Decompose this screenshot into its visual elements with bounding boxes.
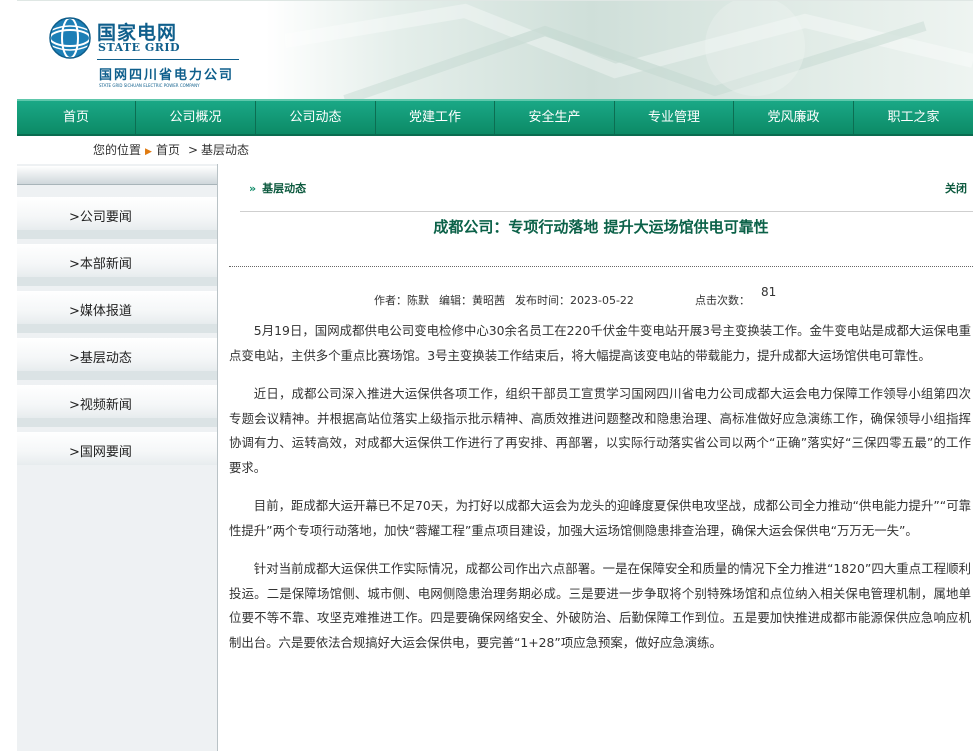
article-paragraph: 针对当前成都大运保供工作实际情况，成都公司作出六点部署。一是在保障安全和质量的情… — [229, 561, 971, 650]
breadcrumb-arrow-icon: ▶ — [145, 147, 152, 157]
logo-divider — [97, 59, 239, 60]
article-paragraph: 目前，距成都大运开幕已不足70天，为打好以成都大运会为龙头的迎峰度夏保供电攻坚战… — [229, 498, 971, 538]
breadcrumb-current-link[interactable]: 基层动态 — [201, 143, 249, 157]
sidebar-item-video-news[interactable]: >视频新闻 — [17, 385, 217, 427]
page: 国家电网 STATE GRID 国网四川省电力公司 STATE GRID SIC… — [0, 0, 979, 751]
header-banner-graphic — [285, 1, 973, 100]
breadcrumb-home-link[interactable]: 首页 — [156, 143, 180, 157]
title-divider — [229, 266, 973, 267]
sidebar-item-label: >基层动态 — [69, 351, 132, 366]
nav-staff-home[interactable]: 职工之家 — [854, 101, 973, 134]
breadcrumb-separator: > — [187, 143, 199, 157]
sidebar-item-media-reports[interactable]: >媒体报道 — [17, 291, 217, 333]
province-company-name-en: STATE GRID SICHUAN ELECTRIC POWER COMPAN… — [99, 83, 200, 88]
sidebar-item-hq-news[interactable]: >本部新闻 — [17, 244, 217, 286]
article-body: 5月19日，国网成都供电公司变电检修中心30余名员工在220千伏金牛变电站开展3… — [229, 319, 971, 669]
nav-company-news[interactable]: 公司动态 — [256, 101, 376, 134]
close-link[interactable]: 关闭 — [945, 180, 967, 196]
nav-home[interactable]: 首页 — [17, 101, 136, 134]
double-chevron-icon: » — [249, 182, 256, 195]
sidebar-item-label: >视频新闻 — [69, 398, 132, 413]
nav-company-overview[interactable]: 公司概况 — [136, 101, 256, 134]
sidebar-item-label: >本部新闻 — [69, 257, 132, 272]
nav-party-building[interactable]: 党建工作 — [376, 101, 495, 134]
nav-safety-production[interactable]: 安全生产 — [495, 101, 615, 134]
article-author: 作者：陈默 — [374, 294, 429, 307]
article-paragraph: 近日，成都公司深入推进大运保供各项工作，组织干部员工宣贯学习国网四川省电力公司成… — [229, 386, 971, 475]
article-date: 发布时间：2023-05-22 — [515, 294, 634, 307]
province-company-name: 国网四川省电力公司 — [99, 68, 235, 83]
click-count-value: 81 — [761, 285, 777, 299]
sidebar-item-label: >国网要闻 — [69, 445, 132, 460]
section-title: 基层动态 — [262, 182, 307, 195]
article-paragraph: 5月19日，国网成都供电公司变电检修中心30余名员工在220千伏金牛变电站开展3… — [229, 323, 971, 363]
main-nav: 首页 公司概况 公司动态 党建工作 安全生产 专业管理 党风廉政 职工之家 — [17, 99, 973, 136]
sidebar-item-sgcc-news[interactable]: >国网要闻 — [17, 432, 217, 465]
site-header: 国家电网 STATE GRID 国网四川省电力公司 STATE GRID SIC… — [17, 0, 973, 100]
sidebar-item-company-news[interactable]: >公司要闻 — [17, 197, 217, 239]
section-divider — [240, 211, 973, 212]
breadcrumb-label: 您的位置 — [93, 143, 142, 157]
article-meta: 作者：陈默 编辑：黄昭茜 发布时间：2023-05-22 点击次数： 81 — [374, 285, 776, 308]
sidebar-header-bar — [17, 166, 217, 185]
sidebar-item-label: >公司要闻 — [69, 210, 132, 225]
click-count-label: 点击次数： — [695, 294, 750, 307]
article-title: 成都公司：专项行动落地 提升大运场馆供电可靠性 — [433, 218, 769, 236]
sidebar: >公司要闻 >本部新闻 >媒体报道 >基层动态 >视频新闻 >国网要闻 — [17, 164, 218, 751]
state-grid-logo-icon — [49, 17, 91, 59]
sidebar-item-grassroots-news[interactable]: >基层动态 — [17, 338, 217, 380]
company-name-en: STATE GRID — [98, 41, 181, 54]
article-editor: 编辑：黄昭茜 — [439, 294, 505, 307]
nav-professional-management[interactable]: 专业管理 — [615, 101, 734, 134]
section-heading: » 基层动态 — [249, 180, 306, 196]
breadcrumb: 您的位置 ▶ 首页 > 基层动态 — [93, 141, 249, 158]
sidebar-item-label: >媒体报道 — [69, 304, 132, 319]
nav-party-integrity[interactable]: 党风廉政 — [734, 101, 854, 134]
